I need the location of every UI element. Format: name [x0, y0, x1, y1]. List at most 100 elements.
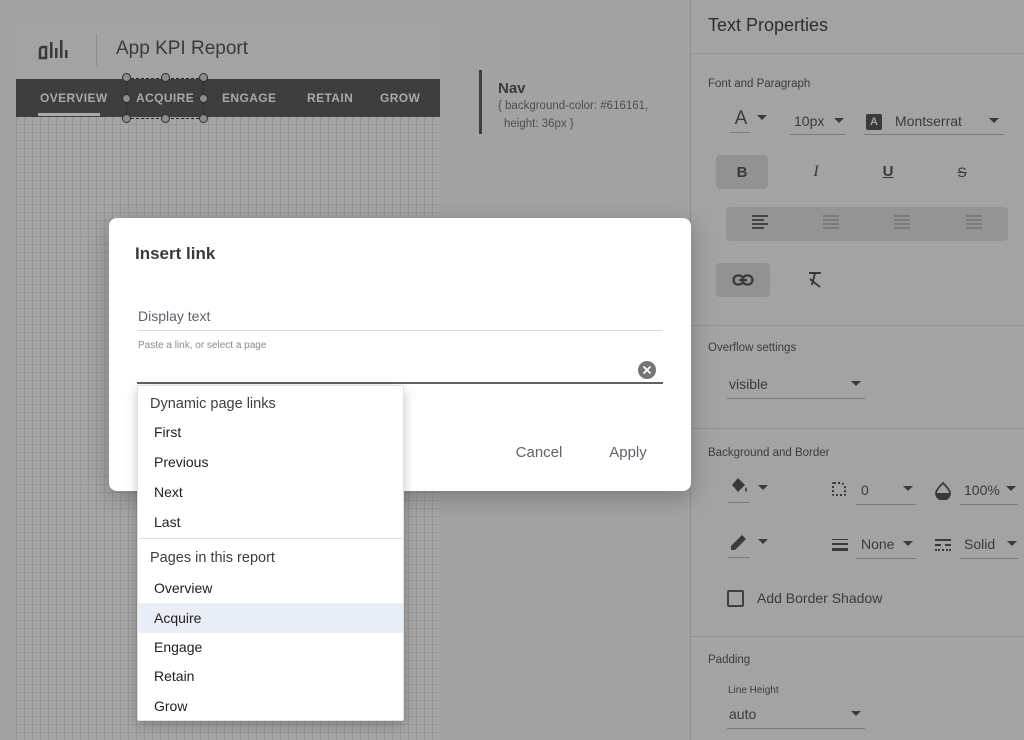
resize-handle[interactable] — [199, 94, 208, 103]
report-title: App KPI Report — [116, 38, 249, 59]
bold-icon[interactable]: B — [732, 162, 752, 182]
fill-color-icon[interactable] — [728, 475, 750, 497]
border-style-value[interactable]: Solid — [964, 536, 995, 552]
close-icon[interactable] — [642, 365, 652, 375]
opacity-value[interactable]: 100% — [964, 482, 1000, 498]
strikethrough-icon[interactable]: S — [952, 162, 972, 182]
panel-title: Text Properties — [708, 15, 829, 35]
report-nav[interactable]: OVERVIEW ACQUIRE ENGAGE RETAIN GROW — [16, 79, 440, 117]
border-shadow-label: Add Border Shadow — [757, 590, 883, 606]
dropdown-item-first[interactable]: First — [138, 417, 403, 447]
italic-icon[interactable]: I — [806, 162, 826, 182]
section-overflow: Overflow settings — [708, 342, 797, 354]
link-input[interactable] — [137, 352, 663, 384]
dropdown-group-label: Dynamic page links — [150, 396, 276, 412]
font-badge-icon: A — [866, 114, 882, 130]
align-center-icon[interactable] — [823, 215, 839, 233]
panel-divider — [690, 325, 1024, 326]
resize-handle[interactable] — [199, 73, 208, 82]
border-radius-value[interactable]: 0 — [861, 482, 869, 498]
section-background-border: Background and Border — [708, 447, 830, 459]
dropdown-group-label: Pages in this report — [150, 550, 275, 566]
active-nav-underline — [38, 113, 100, 116]
border-shadow-checkbox[interactable] — [727, 590, 744, 607]
border-color-swatch — [728, 557, 750, 558]
annotation-css-line: height: 36px } — [504, 118, 574, 130]
resize-handle[interactable] — [122, 73, 131, 82]
panel-divider — [690, 636, 1024, 637]
nav-item-retain[interactable]: RETAIN — [307, 79, 353, 117]
chevron-down-icon[interactable] — [851, 711, 861, 716]
font-size-value[interactable]: 10px — [794, 113, 824, 129]
chevron-down-icon[interactable] — [757, 115, 767, 120]
dropdown-item-engage[interactable]: Engage — [138, 632, 403, 662]
border-weight-value[interactable]: None — [861, 536, 894, 552]
section-padding: Padding — [708, 654, 751, 666]
border-style-icon — [935, 539, 951, 551]
chevron-down-icon[interactable] — [834, 118, 844, 123]
clear-format-icon[interactable] — [806, 270, 824, 288]
opacity-underline — [960, 504, 1018, 505]
dialog-title: Insert link — [135, 244, 216, 263]
chevron-down-icon[interactable] — [851, 381, 861, 386]
overflow-underline — [727, 398, 865, 399]
chevron-down-icon[interactable] — [903, 486, 913, 491]
font-family-underline — [864, 134, 1004, 135]
cancel-button[interactable]: Cancel — [504, 435, 574, 469]
resize-handle[interactable] — [122, 94, 131, 103]
display-text-underline — [137, 330, 663, 331]
header-divider — [96, 34, 97, 66]
section-font-paragraph: Font and Paragraph — [708, 78, 811, 90]
line-height-value[interactable]: auto — [729, 706, 756, 722]
chevron-down-icon[interactable] — [758, 485, 768, 490]
chevron-down-icon[interactable] — [1007, 541, 1017, 546]
fill-color-swatch — [728, 502, 750, 503]
nav-item-overview[interactable]: OVERVIEW — [40, 79, 108, 117]
selection-box — [126, 78, 204, 119]
font-family-value[interactable]: Montserrat — [895, 113, 962, 129]
dropdown-item-last[interactable]: Last — [138, 507, 403, 537]
opacity-icon — [935, 482, 951, 500]
chevron-down-icon[interactable] — [758, 539, 768, 544]
annotation-css-line: { background-color: #616161, — [498, 100, 649, 112]
border-weight-underline — [856, 558, 916, 559]
align-left-icon[interactable] — [752, 215, 768, 233]
border-radius-icon — [832, 482, 846, 496]
chevron-down-icon[interactable] — [1006, 486, 1016, 491]
align-right-icon[interactable] — [894, 215, 910, 233]
panel-divider — [690, 428, 1024, 429]
apply-button[interactable]: Apply — [598, 435, 658, 469]
border-radius-underline — [856, 504, 916, 505]
border-style-underline — [960, 558, 1018, 559]
logo-icon — [38, 40, 68, 60]
line-height-label: Line Height — [728, 685, 779, 696]
chevron-down-icon[interactable] — [903, 541, 913, 546]
annotation-bar — [479, 70, 482, 134]
overflow-value[interactable]: visible — [729, 376, 768, 392]
nav-item-engage[interactable]: ENGAGE — [222, 79, 276, 117]
border-weight-icon — [832, 539, 848, 551]
text-color-icon[interactable]: A — [730, 108, 752, 130]
panel-divider — [690, 53, 1024, 54]
resize-handle[interactable] — [199, 114, 208, 123]
underline-icon[interactable]: U — [878, 160, 898, 182]
dropdown-item-previous[interactable]: Previous — [138, 447, 403, 477]
dropdown-item-overview[interactable]: Overview — [138, 573, 403, 603]
nav-item-grow[interactable]: GROW — [380, 79, 420, 117]
align-justify-icon[interactable] — [966, 215, 982, 233]
line-height-underline — [727, 728, 865, 729]
chevron-down-icon[interactable] — [989, 118, 999, 123]
dropdown-item-next[interactable]: Next — [138, 477, 403, 507]
dropdown-item-acquire[interactable]: Acquire — [138, 603, 403, 633]
resize-handle[interactable] — [122, 114, 131, 123]
font-size-underline — [790, 134, 846, 135]
dropdown-item-grow[interactable]: Grow — [138, 691, 403, 721]
link-field-label: Paste a link, or select a page — [138, 340, 267, 351]
dropdown-item-retain[interactable]: Retain — [138, 661, 403, 691]
link-icon[interactable] — [732, 272, 754, 288]
display-text-field[interactable]: Display text — [138, 308, 210, 324]
text-color-swatch — [730, 132, 750, 133]
resize-handle[interactable] — [161, 73, 170, 82]
resize-handle[interactable] — [161, 114, 170, 123]
border-color-icon[interactable] — [728, 531, 750, 553]
